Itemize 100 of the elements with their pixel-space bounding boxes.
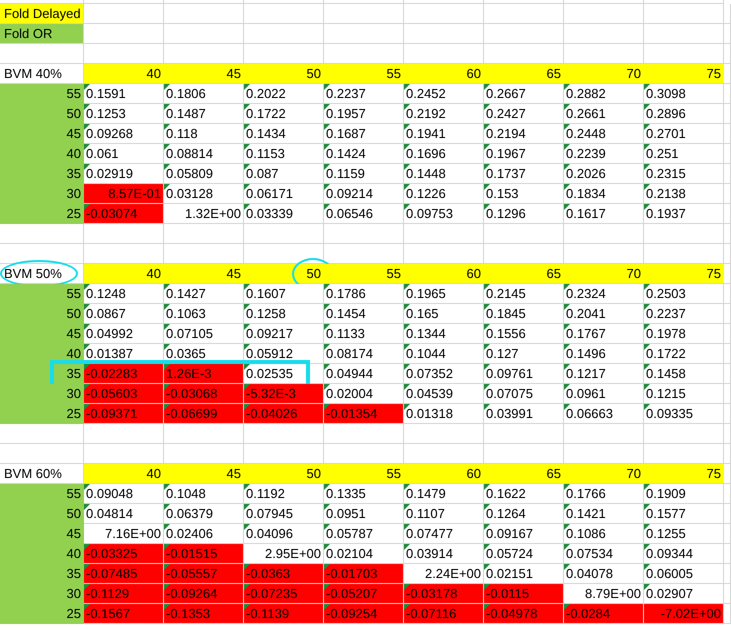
error-triangle-icon — [324, 344, 330, 350]
table-cell[interactable]: -0.05603 — [84, 384, 163, 403]
table-label: BVM 60% — [3, 464, 63, 483]
error-triangle-icon — [484, 484, 490, 490]
column-header: 40 — [84, 464, 163, 483]
error-triangle-icon — [404, 524, 410, 530]
table-cell[interactable]: -0.03325 — [84, 544, 163, 563]
error-triangle-icon — [164, 84, 170, 90]
error-triangle-icon — [404, 304, 410, 310]
error-triangle-icon — [404, 504, 410, 510]
table-cell[interactable]: -0.01515 — [164, 544, 243, 563]
error-triangle-icon — [244, 104, 250, 110]
table-cell[interactable]: -0.09264 — [164, 584, 243, 603]
column-header: 50 — [244, 64, 323, 83]
error-triangle-icon — [324, 364, 330, 370]
column-header: 55 — [324, 64, 403, 83]
error-triangle-icon — [644, 144, 650, 150]
row-header: 55 — [0, 484, 83, 503]
error-triangle-icon — [484, 524, 490, 530]
error-triangle-icon — [564, 204, 570, 210]
table-cell[interactable]: -0.09371 — [84, 404, 163, 423]
column-header: 75 — [644, 264, 723, 283]
column-header: 50 — [244, 264, 323, 283]
error-triangle-icon — [244, 604, 250, 610]
error-triangle-icon — [164, 304, 170, 310]
error-triangle-icon — [164, 524, 170, 530]
error-triangle-icon — [564, 544, 570, 550]
row-header: 50 — [0, 104, 83, 123]
error-triangle-icon — [324, 484, 330, 490]
table-cell[interactable]: -0.0115 — [484, 584, 563, 603]
table-cell[interactable]: -0.07485 — [84, 564, 163, 583]
error-triangle-icon — [244, 204, 250, 210]
error-triangle-icon — [244, 284, 250, 290]
table-cell[interactable]: -0.04978 — [484, 604, 563, 623]
error-triangle-icon — [324, 384, 330, 390]
error-triangle-icon — [484, 544, 490, 550]
table-cell[interactable]: -0.02283 — [84, 364, 163, 383]
error-triangle-icon — [324, 544, 330, 550]
table-cell[interactable]: -0.0363 — [244, 564, 323, 583]
table-cell[interactable]: -0.0284 — [564, 604, 643, 623]
row-header: 35 — [0, 164, 83, 183]
table-cell[interactable]: -5.32E-3 — [244, 384, 323, 403]
error-triangle-icon — [244, 324, 250, 330]
table-cell[interactable]: -0.1129 — [84, 584, 163, 603]
error-triangle-icon — [564, 124, 570, 130]
error-triangle-icon — [244, 384, 250, 390]
error-triangle-icon — [164, 544, 170, 550]
error-triangle-icon — [404, 604, 410, 610]
error-triangle-icon — [244, 584, 250, 590]
error-triangle-icon — [404, 324, 410, 330]
error-triangle-icon — [484, 504, 490, 510]
table-cell[interactable]: -0.1567 — [84, 604, 163, 623]
table-cell[interactable]: -0.07235 — [244, 584, 323, 603]
row-header: 45 — [0, 124, 83, 143]
error-triangle-icon — [564, 324, 570, 330]
error-triangle-icon — [324, 104, 330, 110]
error-triangle-icon — [564, 404, 570, 410]
row-header: 35 — [0, 564, 83, 583]
error-triangle-icon — [644, 384, 650, 390]
error-triangle-icon — [484, 124, 490, 130]
table-cell[interactable]: -7.02E+00 — [644, 604, 723, 623]
table-cell[interactable]: -0.09254 — [324, 604, 403, 623]
table-cell[interactable]: 1.26E-3 — [164, 364, 243, 383]
error-triangle-icon — [244, 164, 250, 170]
table-cell[interactable]: -0.1353 — [164, 604, 243, 623]
column-header: 65 — [484, 64, 563, 83]
error-triangle-icon — [164, 344, 170, 350]
column-header: 70 — [564, 64, 643, 83]
table-cell[interactable]: -0.03074 — [84, 204, 163, 223]
table-cell[interactable]: -0.07116 — [404, 604, 483, 623]
row-header: 45 — [0, 524, 83, 543]
error-triangle-icon — [324, 564, 330, 570]
table-label: BVM 50% — [3, 264, 63, 283]
error-triangle-icon — [484, 604, 490, 610]
error-triangle-icon — [164, 564, 170, 570]
table-cell[interactable]: -0.04026 — [244, 404, 323, 423]
error-triangle-icon — [404, 484, 410, 490]
table-cell[interactable]: -0.03068 — [164, 384, 243, 403]
table-cell[interactable]: -0.05557 — [164, 564, 243, 583]
table-cell[interactable]: -0.06699 — [164, 404, 243, 423]
error-triangle-icon — [484, 164, 490, 170]
error-triangle-icon — [84, 364, 90, 370]
error-triangle-icon — [404, 344, 410, 350]
error-triangle-icon — [244, 404, 250, 410]
error-triangle-icon — [644, 404, 650, 410]
error-triangle-icon — [324, 284, 330, 290]
error-triangle-icon — [644, 304, 650, 310]
error-triangle-icon — [564, 164, 570, 170]
row-header: 40 — [0, 544, 83, 563]
table-cell[interactable]: -0.01703 — [324, 564, 403, 583]
table-cell[interactable]: 8.57E-01 — [84, 184, 163, 203]
error-triangle-icon — [84, 504, 90, 510]
error-triangle-icon — [484, 144, 490, 150]
table-cell[interactable]: -0.01354 — [324, 404, 403, 423]
error-triangle-icon — [164, 504, 170, 510]
table-cell[interactable]: -0.1139 — [244, 604, 323, 623]
table-cell[interactable]: -0.03178 — [404, 584, 483, 603]
column-header: 45 — [164, 264, 243, 283]
error-triangle-icon — [84, 144, 90, 150]
table-cell[interactable]: -0.05207 — [324, 584, 403, 603]
